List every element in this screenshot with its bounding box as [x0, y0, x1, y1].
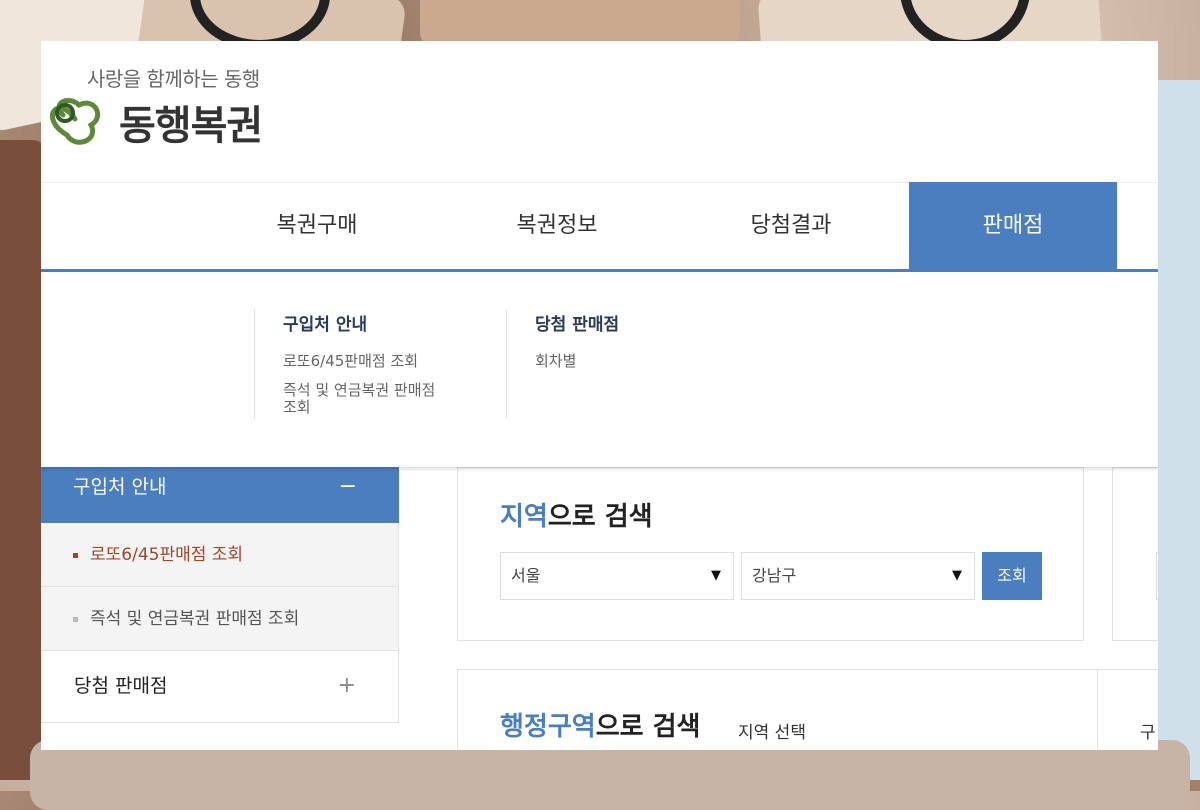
- district-select-value: 강남구: [752, 566, 797, 585]
- side-menu-head-label: 구입처 안내: [73, 476, 167, 498]
- dropdown-col-purchase: 구입처 안내 로또6/45판매점 조회 즉석 및 연금복권 판매점 조회: [254, 310, 463, 418]
- admin-search-title: 행정구역으로 검색: [500, 712, 701, 742]
- bullet-icon: [73, 552, 78, 558]
- plus-icon[interactable]: +: [338, 651, 356, 721]
- city-select-value: 서울: [511, 566, 541, 585]
- side-sub-lotto-stores[interactable]: 로또6/45판매점 조회: [41, 523, 399, 587]
- region-select-label: 지역 선택: [738, 723, 806, 743]
- bullet-icon: [73, 616, 78, 622]
- side-item-label: 당첨 판매점: [74, 675, 168, 697]
- region-search-box: 지역으로 검색 서울 ▼ 강남구 ▼ 조회: [457, 467, 1084, 641]
- partial-select[interactable]: [1156, 552, 1158, 600]
- chevron-down-icon: ▼: [952, 568, 962, 583]
- admin-side-box: 구: [1097, 669, 1158, 750]
- side-menu: 구입처 안내 − 로또6/45판매점 조회 즉석 및 연금복권 판매점 조회 당…: [41, 467, 399, 723]
- dropdown-col-winning: 당첨 판매점 회차별: [506, 310, 715, 418]
- dropdown-title[interactable]: 구입처 안내: [283, 310, 463, 335]
- gnb-item-buy[interactable]: 복권구매: [237, 182, 397, 270]
- nav-dropdown: 구입처 안내 로또6/45판매점 조회 즉석 및 연금복권 판매점 조회 당첨 …: [41, 272, 1158, 467]
- brand-logo-text[interactable]: 동행복권: [119, 93, 263, 151]
- side-search-box: [1112, 467, 1158, 641]
- city-select[interactable]: 서울 ▼: [500, 552, 734, 600]
- side-sub-label: 로또6/45판매점 조회: [90, 545, 244, 565]
- gnb-item-results[interactable]: 당첨결과: [711, 182, 871, 270]
- dropdown-link-line: 조회: [283, 398, 311, 416]
- minus-icon[interactable]: −: [339, 467, 357, 507]
- dropdown-link-instant-stores[interactable]: 즉석 및 연금복권 판매점 조회: [283, 382, 463, 416]
- slogan: 사랑을 함께하는 동행: [87, 67, 260, 91]
- district-select[interactable]: 강남구 ▼: [741, 552, 975, 600]
- side-menu-head[interactable]: 구입처 안내 −: [41, 467, 399, 523]
- logo-icon[interactable]: [45, 91, 105, 147]
- gnb-item-stores[interactable]: 판매점: [909, 182, 1117, 270]
- dropdown-link-lotto-stores[interactable]: 로또6/45판매점 조회: [283, 353, 463, 370]
- dropdown-title[interactable]: 당첨 판매점: [535, 310, 715, 335]
- region-search-title: 지역으로 검색: [500, 502, 653, 532]
- chevron-down-icon: ▼: [711, 568, 721, 583]
- browser-page: 사랑을 함께하는 동행 동행복권 복권구매 복권정보 당첨결과 판매점 구입처 …: [41, 41, 1158, 750]
- side-sub-instant-stores[interactable]: 즉석 및 연금복권 판매점 조회: [41, 587, 399, 651]
- partial-label: 구: [1140, 723, 1156, 743]
- dropdown-link-line: 즉석 및 연금복권 판매점: [283, 381, 436, 399]
- gnb-item-info[interactable]: 복권정보: [477, 182, 637, 270]
- admin-search-box: 행정구역으로 검색 지역 선택: [457, 669, 1099, 750]
- site-header: 사랑을 함께하는 동행 동행복권: [41, 41, 1158, 182]
- background-photo: [30, 740, 1190, 810]
- search-button[interactable]: 조회: [982, 552, 1042, 600]
- side-item-winning-stores[interactable]: 당첨 판매점 +: [41, 651, 399, 723]
- dropdown-link-by-round[interactable]: 회차별: [535, 353, 715, 370]
- side-sub-label: 즉석 및 연금복권 판매점 조회: [90, 609, 300, 629]
